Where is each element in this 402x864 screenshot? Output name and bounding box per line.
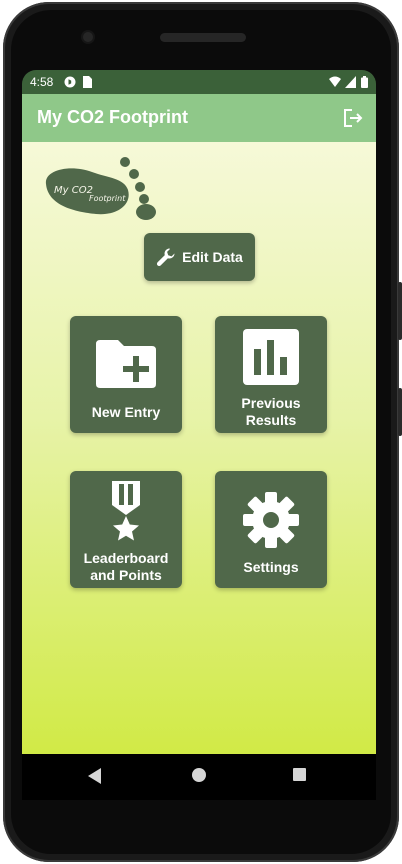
sim-card-icon (83, 76, 92, 88)
settings-tile[interactable]: Settings (215, 471, 327, 588)
battery-icon (361, 76, 368, 88)
home-icon[interactable] (192, 768, 206, 782)
edit-data-button[interactable]: Edit Data (144, 233, 255, 281)
dashboard-content: My CO2 Footprint Edit Data New Entry Pre… (22, 142, 376, 754)
power-button (398, 388, 402, 436)
folder-plus-icon (96, 340, 156, 388)
medal-icon (112, 481, 140, 541)
previous-results-tile[interactable]: Previous Results (215, 316, 327, 433)
app-logo: My CO2 Footprint (40, 156, 160, 220)
status-time: 4:58 (30, 75, 54, 89)
logo-text-line1: My CO2 (54, 185, 93, 196)
logout-icon[interactable] (342, 107, 364, 129)
play-protect-icon (64, 76, 76, 88)
new-entry-tile[interactable]: New Entry (70, 316, 182, 433)
device-screen: 4:58 My CO2 Footprint My CO2 Footprint E… (22, 70, 376, 754)
footprint-logo-icon: My CO2 Footprint (45, 157, 156, 220)
earpiece-speaker (160, 33, 246, 42)
leaderboard-label: Leaderboard and Points (83, 550, 169, 583)
app-title: My CO2 Footprint (37, 107, 188, 127)
edit-data-label: Edit Data (182, 249, 243, 265)
previous-results-label: Previous Results (241, 395, 301, 428)
status-bar: 4:58 (22, 70, 376, 94)
front-camera (83, 32, 93, 42)
app-toolbar: My CO2 Footprint (22, 94, 376, 142)
system-nav-bar (22, 754, 376, 800)
volume-button (398, 282, 402, 340)
bar-chart-icon (243, 329, 299, 385)
wrench-icon (157, 248, 175, 267)
wifi-icon (329, 76, 341, 87)
back-icon[interactable] (88, 768, 102, 784)
settings-label: Settings (243, 559, 299, 575)
logo-text-line2: Footprint (89, 194, 126, 203)
new-entry-label: New Entry (91, 404, 161, 420)
recents-icon[interactable] (293, 768, 306, 781)
leaderboard-tile[interactable]: Leaderboard and Points (70, 471, 182, 588)
gear-icon (243, 492, 299, 548)
signal-icon (345, 76, 356, 88)
